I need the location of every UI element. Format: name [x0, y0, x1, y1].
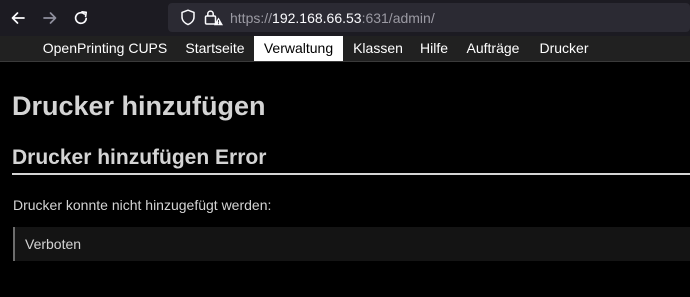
site-nav: OpenPrinting CUPS Startseite Verwaltung …	[0, 36, 690, 62]
lock-warning-icon[interactable]	[204, 9, 224, 31]
arrow-right-icon	[42, 10, 58, 26]
section-divider	[12, 173, 690, 175]
nav-item-verwaltung[interactable]: Verwaltung	[254, 36, 343, 61]
arrow-left-icon	[10, 10, 26, 26]
nav-item-startseite[interactable]: Startseite	[178, 36, 252, 61]
url-scheme: https://	[230, 10, 273, 26]
url-host: 192.168.66.53	[272, 10, 362, 26]
nav-item-auftraege[interactable]: Aufträge	[460, 36, 526, 61]
section-title: Drucker hinzufügen Error	[12, 146, 267, 169]
error-message: Drucker konnte nicht hinzugefügt werden:	[13, 197, 272, 213]
url-bar[interactable]: https://192.168.66.53:631/admin/	[168, 3, 690, 32]
shield-icon[interactable]	[180, 9, 196, 31]
nav-item-hilfe[interactable]: Hilfe	[414, 36, 454, 61]
browser-toolbar: https://192.168.66.53:631/admin/	[0, 0, 690, 36]
url-path: :631/admin/	[361, 10, 435, 26]
forward-button[interactable]	[36, 4, 64, 32]
error-detail-box: Verboten	[13, 227, 690, 261]
error-detail-text: Verboten	[25, 236, 82, 252]
reload-icon	[73, 10, 89, 26]
url-text[interactable]: https://192.168.66.53:631/admin/	[230, 10, 435, 26]
nav-item-klassen[interactable]: Klassen	[345, 36, 411, 61]
page-title: Drucker hinzufügen	[12, 91, 266, 121]
nav-item-drucker[interactable]: Drucker	[532, 36, 596, 61]
back-button[interactable]	[4, 4, 32, 32]
nav-item-openprinting-cups[interactable]: OpenPrinting CUPS	[34, 36, 176, 61]
reload-button[interactable]	[67, 4, 95, 32]
